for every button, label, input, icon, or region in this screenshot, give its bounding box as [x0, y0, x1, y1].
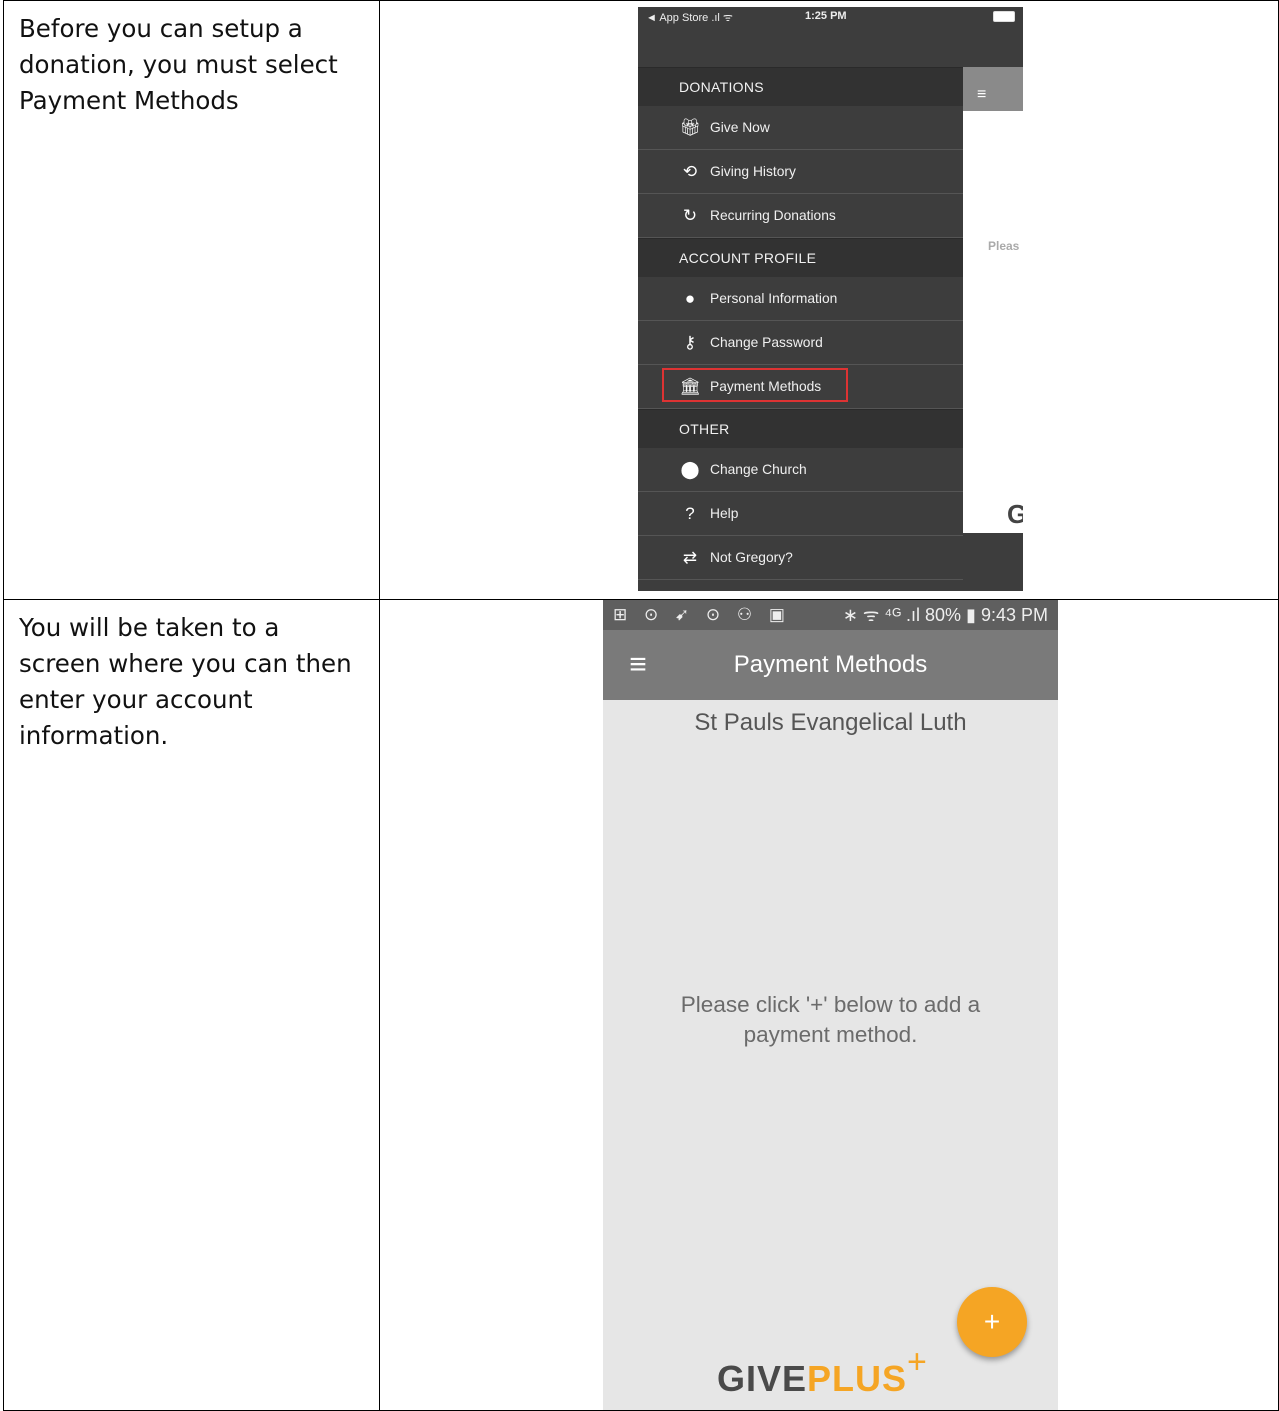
menu-item-change-church[interactable]: ⬤ Change Church [638, 448, 963, 492]
ios-carrier: ◄ App Store .ıl ᯤ [646, 11, 733, 24]
menu-item-help[interactable]: ? Help [638, 492, 963, 536]
menu-item-not-gregory[interactable]: ⇄ Not Gregory? [638, 536, 963, 580]
hamburger-menu-icon[interactable]: ≡ [603, 648, 673, 682]
menu-item-recurring-donations[interactable]: ↻ Recurring Donations [638, 194, 963, 238]
menu-item-label: Recurring Donations [710, 208, 836, 223]
instruction-text-1: Before you can setup a donation, you mus… [3, 0, 380, 600]
android-payment-methods-screenshot: ⊞ ⊙ ➹ ⊙ ⚇ ▣ ∗ ᯤ ⁴ᴳ .ıl 80% ▮ 9:43 PM ≡ P… [603, 600, 1058, 1410]
menu-item-label: Help [710, 506, 739, 521]
logo-plus: PLUS [807, 1358, 908, 1399]
user-icon: ● [684, 288, 696, 308]
page-title: Payment Methods [733, 651, 928, 678]
section-other: OTHER [638, 409, 963, 448]
instruction-text-2: You will be taken to a screen where you … [3, 599, 380, 1411]
location-icon: ⬤ [680, 459, 700, 479]
peek-logo-letter: G [1007, 499, 1023, 529]
section-donations: DONATIONS [638, 67, 963, 106]
logo-cross: + [907, 1343, 928, 1381]
help-icon: ? [685, 503, 695, 523]
section-account-profile: ACCOUNT PROFILE [638, 238, 963, 277]
church-name: St Pauls Evangelical Luth [694, 709, 967, 736]
battery-icon [993, 11, 1015, 22]
gift-icon: 🎁︎ [679, 117, 701, 137]
side-menu: DONATIONS 🎁︎ Give Now ⟲ Giving History ↻… [638, 67, 963, 580]
history-icon: ⟲ [682, 161, 698, 181]
swap-icon: ⇄ [682, 547, 698, 567]
logo-give: GIVE [717, 1358, 808, 1399]
ios-time: 1:25 PM [805, 10, 847, 22]
peek-text: Pleas [988, 239, 1020, 253]
key-icon: ⚷ [683, 332, 697, 352]
add-payment-method-button[interactable]: + [957, 1287, 1027, 1357]
menu-item-label: Giving History [710, 164, 796, 179]
status-right: ∗ ᯤ ⁴ᴳ .ıl 80% ▮ 9:43 PM [842, 605, 1048, 625]
android-status-bar: ⊞ ⊙ ➹ ⊙ ⚇ ▣ ∗ ᯤ ⁴ᴳ .ıl 80% ▮ 9:43 PM [603, 600, 1058, 630]
menu-item-label: Personal Information [710, 291, 838, 306]
menu-icon[interactable]: ≡ [963, 67, 1023, 111]
menu-item-giving-history[interactable]: ⟲ Giving History [638, 150, 963, 194]
menu-item-label: Change Church [710, 462, 807, 477]
ios-menu-screenshot: ◄ App Store .ıl ᯤ 1:25 PM DONATIONS 🎁︎ G… [638, 7, 1023, 591]
giveplus-logo: GIVEPLUS+ [717, 1343, 928, 1400]
ios-status-bar: ◄ App Store .ıl ᯤ 1:25 PM [638, 7, 1023, 27]
app-bar: ≡ Payment Methods [603, 630, 1058, 700]
empty-state-message: Please click '+' below to add a payment … [680, 992, 981, 1047]
content-panel-peek: ≡ Pleas G [963, 67, 1023, 533]
menu-item-change-password[interactable]: ⚷ Change Password [638, 321, 963, 365]
menu-item-label: Change Password [710, 335, 823, 350]
menu-item-label: Not Gregory? [710, 550, 793, 565]
menu-item-label: Give Now [710, 120, 770, 135]
notification-icons: ⊞ ⊙ ➹ ⊙ ⚇ ▣ [613, 605, 791, 624]
refresh-icon: ↻ [682, 205, 698, 225]
menu-item-give-now[interactable]: 🎁︎ Give Now [638, 106, 963, 150]
menu-item-payment-methods[interactable]: 🏛︎ Payment Methods [638, 365, 963, 409]
menu-item-personal-information[interactable]: ● Personal Information [638, 277, 963, 321]
highlight-box [662, 368, 848, 402]
